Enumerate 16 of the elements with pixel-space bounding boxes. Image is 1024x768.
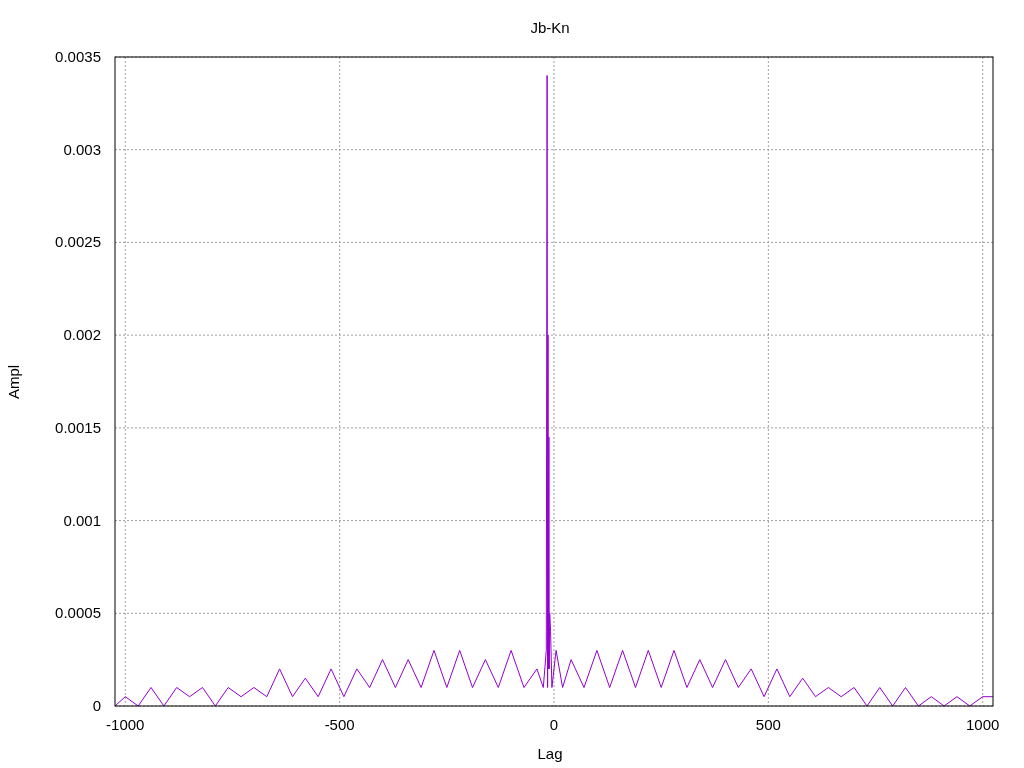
y-tick-label: 0.001 (63, 511, 101, 529)
y-tick-label: 0.0015 (55, 418, 101, 436)
chart-title: Jb-Kn (530, 19, 570, 36)
y-tick-label: 0.0025 (55, 233, 101, 251)
y-tick-label: 0.0005 (55, 604, 101, 622)
x-axis-label: Lag (537, 745, 563, 762)
y-tick-label: 0.002 (63, 326, 101, 344)
x-tick-label: -1000 (106, 716, 145, 733)
x-tick-label: 1000 (966, 716, 1000, 733)
y-tick-label: 0.0035 (55, 48, 101, 65)
x-tick-label: 500 (755, 716, 781, 733)
y-tick-label: 0 (92, 697, 101, 714)
x-tick-label: 0 (549, 716, 559, 733)
y-tick-label: 0.003 (63, 140, 101, 158)
y-axis-label: Ampl (5, 364, 22, 400)
x-tick-label: -500 (324, 716, 355, 733)
